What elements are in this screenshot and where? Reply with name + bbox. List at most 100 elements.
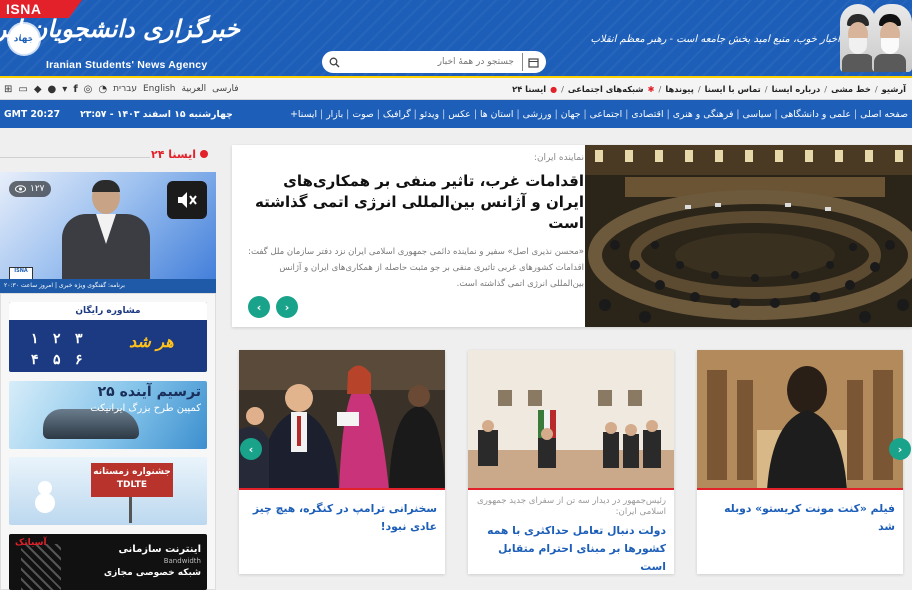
rss-icon[interactable]: ◔ bbox=[98, 84, 107, 95]
social-and-language: ⊞ ▭ ◆ ● ▾ f ◎ ◔ עברית English العربية فا… bbox=[4, 78, 239, 100]
utility-links: آرشیو / خط مشی / درباره ایسنا / تماس با ایس… bbox=[512, 78, 906, 100]
antenna-tower-image bbox=[21, 544, 61, 590]
brand-title-fa[interactable]: خبرگزاری دانشجویان ایران ، ایسنا bbox=[0, 14, 240, 43]
portrait-beard bbox=[881, 38, 899, 54]
separator: / bbox=[658, 84, 662, 94]
utility-link-social[interactable]: شبکه‌های اجتماعی bbox=[568, 84, 644, 94]
diplomatic-meeting-image bbox=[468, 350, 674, 488]
star-icon: ✱ bbox=[647, 84, 655, 94]
twitter-icon[interactable]: ▾ bbox=[62, 84, 67, 95]
main-menu-item[interactable]: فرهنگی و هنری bbox=[673, 109, 734, 120]
ad-number: ۶ bbox=[75, 351, 83, 367]
lang-english[interactable]: English bbox=[143, 84, 176, 94]
news-card-title[interactable]: دولت دنبال تعامل حداکثری با همه کشورها ب… bbox=[468, 518, 674, 576]
portrait-robe bbox=[842, 54, 874, 72]
main-menu-item[interactable]: عکس bbox=[448, 109, 471, 120]
lang-hebrew[interactable]: עברית bbox=[113, 84, 137, 94]
news-card-title[interactable]: سخنرانی ترامپ در کنگره، هیچ چیز عادی نبو… bbox=[239, 496, 445, 536]
main-menu-item[interactable]: بازار bbox=[326, 109, 343, 120]
main-menu-item[interactable]: جهان bbox=[561, 109, 581, 120]
search-input[interactable] bbox=[344, 57, 522, 67]
news-card-title[interactable]: فیلم «کنت مونت کریستو» دوبله شد bbox=[697, 496, 903, 536]
search-icon[interactable] bbox=[324, 53, 344, 71]
separator: / bbox=[824, 84, 828, 94]
festival-title: جشنواره زمستانه bbox=[93, 467, 171, 477]
snowman-body bbox=[35, 493, 55, 513]
ad-number: ۴ bbox=[31, 351, 39, 367]
carousel-prev-button[interactable]: ‹ bbox=[240, 438, 262, 460]
featured-headline[interactable]: اقدامات غرب، تاثیر منفی بر همکاری‌های ای… bbox=[248, 171, 584, 234]
main-menu-item[interactable]: سیاسی bbox=[743, 109, 772, 120]
asiatech-logo: آسیاتک bbox=[15, 538, 47, 548]
separator: | bbox=[413, 108, 417, 120]
main-menu-item[interactable]: گرافیک bbox=[383, 109, 411, 120]
carousel-next-button[interactable]: › bbox=[889, 438, 911, 460]
ad-car-subtitle: کمپین طرح بزرگ ایرانیکت bbox=[90, 403, 201, 414]
desktop-icon[interactable]: ▭ bbox=[18, 84, 27, 95]
ad-consulting-numbers: ۱۲۳ ۴۵۶ bbox=[31, 328, 97, 370]
ad-winter-festival[interactable]: جشنواره زمستانه TDLTE bbox=[9, 457, 207, 525]
lang-farsi[interactable]: فارسی bbox=[212, 84, 238, 94]
separator: | bbox=[320, 108, 324, 120]
news-card[interactable]: فیلم «کنت مونت کریستو» دوبله شد › bbox=[697, 350, 911, 574]
gmt-time: GMT 20:27 bbox=[4, 108, 61, 120]
main-menu-item[interactable]: استان ها bbox=[480, 109, 514, 120]
utility-link-isna24[interactable]: ایسنا ۲۴ bbox=[512, 84, 546, 94]
facebook-icon[interactable]: f bbox=[73, 84, 77, 95]
separator: / bbox=[697, 84, 701, 94]
live-dot-icon bbox=[200, 150, 208, 158]
festival-sign: جشنواره زمستانه TDLTE bbox=[91, 463, 173, 497]
congress-speech-image bbox=[239, 350, 445, 488]
slider-controls: ‹ › bbox=[248, 296, 298, 318]
leader-portrait-2 bbox=[872, 4, 912, 72]
ad-consulting-slogan: هر شد bbox=[129, 332, 174, 351]
header-slogan: اخبار خوب، منبع امید بخش جامعه است - رهب… bbox=[590, 34, 840, 45]
separator: | bbox=[346, 108, 350, 120]
sign-post bbox=[129, 497, 132, 523]
separator: | bbox=[774, 108, 778, 120]
news-card-image[interactable] bbox=[239, 350, 445, 490]
video-player[interactable]: ۱۲۷ ISNA برنامه: گفتگوی ویژه خبری | امرو… bbox=[0, 172, 216, 293]
featured-lead: «محسن نذیری اصل» سفیر و نماینده دائمی جم… bbox=[248, 247, 584, 289]
main-menu-item[interactable]: ایسنا+ bbox=[290, 109, 317, 120]
android-icon[interactable]: ◆ bbox=[34, 84, 42, 95]
ad-number: ۳ bbox=[75, 330, 83, 346]
apple-icon[interactable]: ● bbox=[48, 84, 57, 95]
lang-arabic[interactable]: العربية bbox=[182, 84, 207, 94]
slider-prev-button[interactable]: ‹ bbox=[248, 296, 270, 318]
main-menu-item[interactable]: ویدئو bbox=[420, 109, 439, 120]
brand-title-en[interactable]: Iranian Students' News Agency bbox=[46, 59, 207, 71]
news-card-image[interactable] bbox=[697, 350, 903, 490]
main-menu-item[interactable]: صفحه اصلی bbox=[860, 109, 908, 120]
mute-button[interactable] bbox=[167, 181, 207, 219]
windows-icon[interactable]: ⊞ bbox=[4, 84, 12, 95]
featured-story[interactable]: نماینده ایران: اقدامات غرب، تاثیر منفی ب… bbox=[232, 145, 912, 327]
ad-internet-title: اینترنت سازمانی bbox=[118, 544, 201, 555]
ad-internet[interactable]: آسیاتک اینترنت سازمانی Bandwidth شبکه خص… bbox=[9, 534, 207, 590]
utility-link-contact[interactable]: تماس با ایسنا bbox=[705, 84, 761, 94]
divider bbox=[0, 157, 150, 158]
main-menu-item[interactable]: ورزشی bbox=[523, 109, 552, 120]
ad-number: ۲ bbox=[53, 330, 61, 346]
featured-image[interactable] bbox=[585, 145, 912, 327]
separator: | bbox=[442, 108, 446, 120]
main-menu-item[interactable]: اقتصادی bbox=[631, 109, 663, 120]
utility-link-archive[interactable]: آرشیو bbox=[882, 84, 906, 94]
ad-consulting[interactable]: مشاوره رایگان ۱۲۳ ۴۵۶ هر شد bbox=[9, 302, 207, 372]
slider-next-button[interactable]: › bbox=[276, 296, 298, 318]
isna24-header[interactable]: ایسنا ۲۴ bbox=[151, 145, 208, 163]
utility-link-policy[interactable]: خط مشی bbox=[831, 84, 871, 94]
main-menu-item[interactable]: اجتماعی bbox=[590, 109, 623, 120]
featured-text: نماینده ایران: اقدامات غرب، تاثیر منفی ب… bbox=[248, 151, 584, 292]
news-card-image[interactable] bbox=[468, 350, 674, 490]
main-menu-item[interactable]: علمی و دانشگاهی bbox=[781, 109, 851, 120]
news-card[interactable]: رئیس‌جمهور در دیدار سه تن از سفرای جدید … bbox=[468, 350, 674, 574]
main-menu-item[interactable]: صوت bbox=[352, 109, 373, 120]
leader-portrait bbox=[840, 4, 876, 72]
ad-car-campaign[interactable]: ترسیم آینده ۲۵ کمپین طرح بزرگ ایرانیکت bbox=[9, 381, 207, 449]
utility-link-links[interactable]: پیوندها bbox=[665, 84, 693, 94]
news-card[interactable]: سخنرانی ترامپ در کنگره، هیچ چیز عادی نبو… bbox=[239, 350, 445, 574]
instagram-icon[interactable]: ◎ bbox=[84, 84, 93, 95]
calendar-icon[interactable] bbox=[522, 53, 544, 71]
utility-link-about[interactable]: درباره ایسنا bbox=[772, 84, 821, 94]
